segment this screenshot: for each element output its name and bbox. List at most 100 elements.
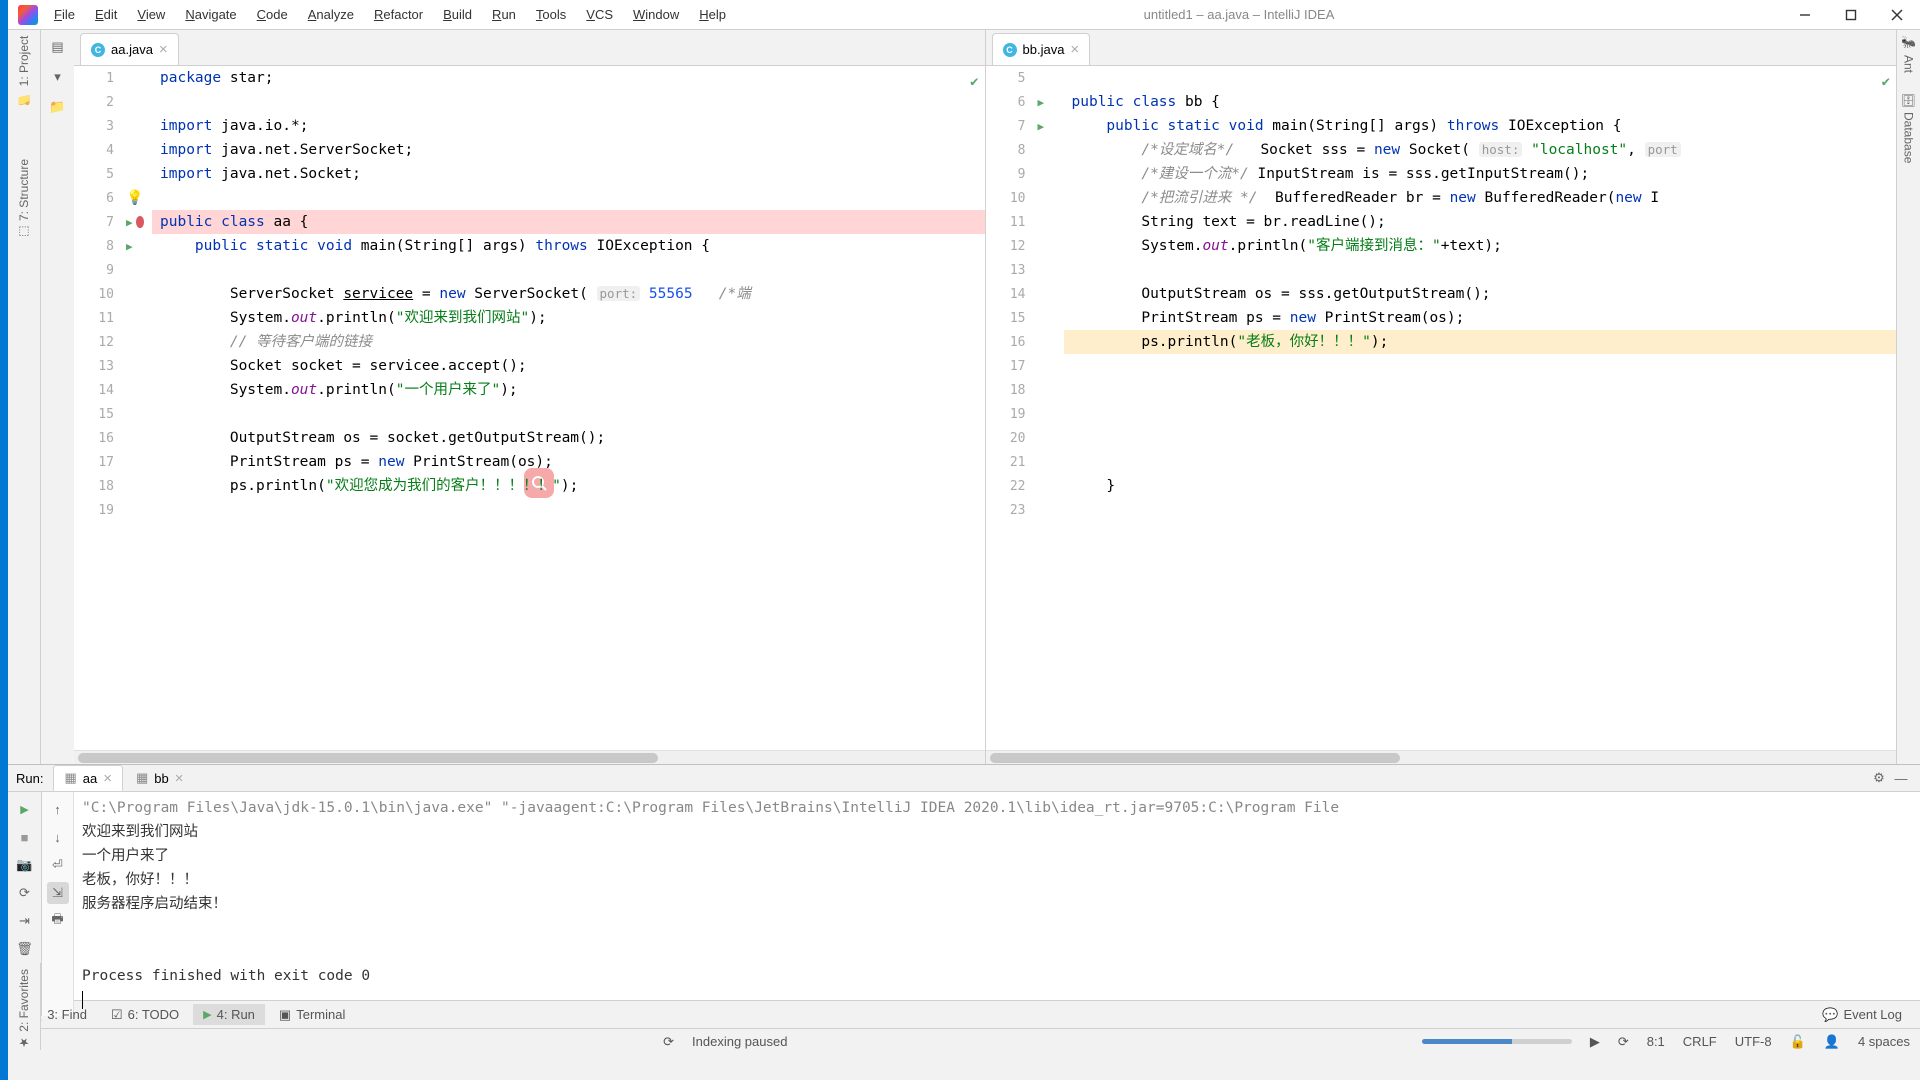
run-gutter-icon[interactable]: ▶ bbox=[126, 216, 133, 229]
stop-icon[interactable]: ■ bbox=[14, 826, 36, 848]
app-icon bbox=[18, 5, 38, 25]
line-number: 17 bbox=[986, 354, 1034, 378]
line-number: 17 bbox=[74, 450, 122, 474]
tab-aa[interactable]: C aa.java × bbox=[80, 33, 179, 65]
indexing-status: Indexing paused bbox=[692, 1034, 787, 1049]
code-area-right[interactable]: 567891011121314151617181920212223 ▶▶ pub… bbox=[986, 66, 1897, 750]
tab-bb[interactable]: C bb.java × bbox=[992, 33, 1091, 65]
maximize-button[interactable] bbox=[1828, 0, 1874, 30]
folder-icon[interactable]: 📁 bbox=[47, 96, 69, 118]
workspace: 📁 1: Project ⬚ 7: Structure ▤ ▾ 📁 C aa.j… bbox=[8, 30, 1920, 764]
menu-build[interactable]: Build bbox=[433, 3, 482, 26]
settings-icon[interactable]: ⚙ bbox=[1868, 767, 1890, 789]
run-tab[interactable]: ▶ 4: Run bbox=[193, 1004, 265, 1025]
line-number: 14 bbox=[986, 282, 1034, 306]
indent-setting[interactable]: 4 spaces bbox=[1858, 1034, 1910, 1049]
layout-icon[interactable]: ⟳ bbox=[14, 882, 36, 904]
print-icon[interactable]: 🖶 bbox=[47, 910, 69, 932]
dump-icon[interactable]: 📷 bbox=[14, 854, 36, 876]
tab-bar-left: C aa.java × bbox=[74, 30, 985, 66]
line-number: 8 bbox=[986, 138, 1034, 162]
minimize-button[interactable] bbox=[1782, 0, 1828, 30]
menu-vcs[interactable]: VCS bbox=[576, 3, 623, 26]
line-number: 10 bbox=[74, 282, 122, 306]
run-config-tab-aa[interactable]: ▦ aa × bbox=[53, 765, 123, 791]
line-number: 8 bbox=[74, 234, 122, 258]
menu-refactor[interactable]: Refactor bbox=[364, 3, 433, 26]
java-class-icon: C bbox=[91, 43, 105, 57]
todo-tab[interactable]: ☑ 6: TODO bbox=[101, 1004, 189, 1026]
favorites-tool[interactable]: ★ 2: Favorites bbox=[17, 969, 31, 1050]
line-number: 20 bbox=[986, 426, 1034, 450]
line-number: 21 bbox=[986, 450, 1034, 474]
progress-bar[interactable] bbox=[1422, 1039, 1572, 1044]
left-tool-strip: 📁 1: Project ⬚ 7: Structure bbox=[8, 30, 41, 764]
close-icon[interactable]: × bbox=[175, 770, 184, 787]
run-gutter-icon[interactable]: ▶ bbox=[126, 240, 133, 253]
menu-navigate[interactable]: Navigate bbox=[175, 3, 246, 26]
encoding[interactable]: UTF-8 bbox=[1735, 1034, 1772, 1049]
menu-window[interactable]: Window bbox=[623, 3, 689, 26]
scroll-icon[interactable]: ⇲ bbox=[47, 882, 69, 904]
line-number: 6 bbox=[74, 186, 122, 210]
menu-tools[interactable]: Tools bbox=[526, 3, 576, 26]
console-output[interactable]: "C:\Program Files\Java\jdk-15.0.1\bin\ja… bbox=[74, 792, 1920, 1016]
line-number: 19 bbox=[986, 402, 1034, 426]
down-icon[interactable]: ↓ bbox=[47, 826, 69, 848]
main-menu: FileEditViewNavigateCodeAnalyzeRefactorB… bbox=[44, 3, 736, 26]
project-tool[interactable]: 📁 1: Project bbox=[17, 36, 31, 105]
breakpoint-icon[interactable] bbox=[136, 216, 144, 228]
lock-icon[interactable]: 🔓 bbox=[1790, 1034, 1806, 1050]
close-icon[interactable]: × bbox=[159, 41, 168, 58]
collapse-icon[interactable]: ▾ bbox=[47, 66, 69, 88]
line-number: 9 bbox=[74, 258, 122, 282]
sync-icon[interactable]: ⟳ bbox=[1618, 1034, 1629, 1050]
menu-analyze[interactable]: Analyze bbox=[298, 3, 364, 26]
run-panel: Run: ▦ aa ×▦ bb × ⚙ — ▶ ■ 📷 ⟳ ⇥ 🗑 » ↑ ↓ … bbox=[8, 764, 1920, 1000]
line-number: 19 bbox=[74, 498, 122, 522]
structure-tool[interactable]: ⬚ 7: Structure bbox=[17, 159, 31, 239]
pause-icon[interactable]: ▶ bbox=[1590, 1034, 1600, 1050]
close-icon[interactable]: × bbox=[1070, 41, 1079, 58]
close-icon[interactable]: × bbox=[103, 770, 112, 787]
hscroll-left[interactable] bbox=[74, 750, 985, 764]
run-toolbar-2: ↑ ↓ ⏎ ⇲ 🖶 bbox=[42, 792, 74, 1016]
menu-file[interactable]: File bbox=[44, 3, 85, 26]
close-button[interactable] bbox=[1874, 0, 1920, 30]
run-gutter-icon[interactable]: ▶ bbox=[1038, 96, 1045, 109]
event-log-tab[interactable]: 💬 Event Log bbox=[1812, 1004, 1912, 1026]
delete-icon[interactable]: 🗑 bbox=[14, 938, 36, 960]
run-label: Run: bbox=[16, 771, 43, 786]
line-separator[interactable]: CRLF bbox=[1683, 1034, 1717, 1049]
run-config-tab-bb[interactable]: ▦ bb × bbox=[125, 765, 195, 791]
run-header: Run: ▦ aa ×▦ bb × ⚙ — bbox=[8, 765, 1920, 792]
expand-icon[interactable]: ▤ bbox=[47, 36, 69, 58]
inspector-icon[interactable]: 👤 bbox=[1824, 1034, 1840, 1050]
cursor-position[interactable]: 8:1 bbox=[1647, 1034, 1665, 1049]
database-tool[interactable]: 🗄 Database bbox=[1902, 93, 1916, 164]
menu-run[interactable]: Run bbox=[482, 3, 526, 26]
line-number: 18 bbox=[986, 378, 1034, 402]
line-number: 2 bbox=[74, 90, 122, 114]
intention-bulb-icon[interactable]: 💡 bbox=[126, 190, 143, 206]
line-number: 15 bbox=[74, 402, 122, 426]
menu-edit[interactable]: Edit bbox=[85, 3, 127, 26]
code-area-left[interactable]: 12345678910111213141516171819 💡▶▶ packag… bbox=[74, 66, 985, 750]
status-bar: ◻ ⟳ Indexing paused ▶ ⟳ 8:1 CRLF UTF-8 🔓… bbox=[8, 1028, 1920, 1054]
wrap-icon[interactable]: ⏎ bbox=[47, 854, 69, 876]
menu-help[interactable]: Help bbox=[689, 3, 736, 26]
minimize-panel-icon[interactable]: — bbox=[1890, 767, 1912, 789]
menu-view[interactable]: View bbox=[127, 3, 175, 26]
tab-label: bb.java bbox=[1023, 42, 1065, 57]
up-icon[interactable]: ↑ bbox=[47, 798, 69, 820]
line-number: 1 bbox=[74, 66, 122, 90]
terminal-tab[interactable]: ▣ Terminal bbox=[269, 1004, 355, 1026]
menu-code[interactable]: Code bbox=[247, 3, 298, 26]
rerun-icon[interactable]: ▶ bbox=[14, 798, 36, 820]
exit-icon[interactable]: ⇥ bbox=[14, 910, 36, 932]
line-number: 16 bbox=[986, 330, 1034, 354]
ant-tool[interactable]: 🐜 Ant bbox=[1902, 36, 1916, 73]
right-tool-strip: 🐜 Ant 🗄 Database bbox=[1896, 30, 1920, 764]
hscroll-right[interactable] bbox=[986, 750, 1897, 764]
run-gutter-icon[interactable]: ▶ bbox=[1038, 120, 1045, 133]
